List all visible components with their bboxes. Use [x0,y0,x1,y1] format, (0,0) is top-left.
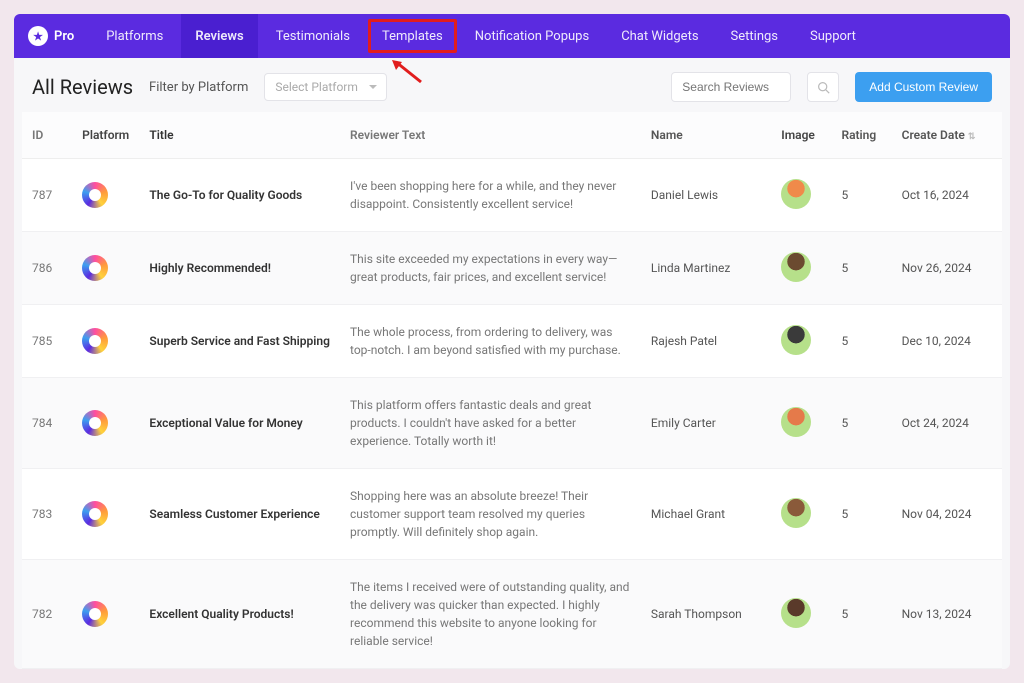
platform-select[interactable]: Select Platform [264,73,387,101]
cell-date: Nov 13, 2024 [892,560,1002,669]
platform-icon [82,601,108,627]
cell-image [771,469,831,560]
reviews-table: ID Platform Title Reviewer Text Name Ima… [22,112,1002,669]
cell-id: 786 [22,232,72,305]
cell-date: Oct 24, 2024 [892,378,1002,469]
nav-item-notification-popups[interactable]: Notification Popups [461,14,603,58]
cell-date: Nov 04, 2024 [892,469,1002,560]
cell-name: Linda Martinez [641,232,771,305]
cell-platform [72,560,139,669]
cell-image [771,305,831,378]
platform-icon [82,501,108,527]
cell-rating: 5 [831,469,891,560]
cell-date: Oct 16, 2024 [892,159,1002,232]
cell-rating: 5 [831,378,891,469]
cell-name: Sarah Thompson [641,560,771,669]
col-id[interactable]: ID [22,112,72,159]
nav-item-settings[interactable]: Settings [717,14,792,58]
cell-title: Seamless Customer Experience [139,469,340,560]
nav-item-reviews[interactable]: Reviews [181,14,257,58]
cell-id: 785 [22,305,72,378]
platform-icon [82,410,108,436]
filter-label: Filter by Platform [149,80,248,95]
col-image[interactable]: Image [771,112,831,159]
nav-item-platforms[interactable]: Platforms [92,14,177,58]
nav-item-chat-widgets[interactable]: Chat Widgets [607,14,712,58]
table-row[interactable]: 787 The Go-To for Quality Goods I've bee… [22,159,1002,232]
platform-icon [82,255,108,281]
cell-title: Highly Recommended! [139,232,340,305]
nav-item-support[interactable]: Support [796,14,870,58]
cell-name: Rajesh Patel [641,305,771,378]
cell-text: The items I received were of outstanding… [340,560,641,669]
table-header-row: ID Platform Title Reviewer Text Name Ima… [22,112,1002,159]
cell-image [771,232,831,305]
cell-rating: 5 [831,159,891,232]
avatar [781,252,811,282]
cell-text: The whole process, from ordering to deli… [340,305,641,378]
avatar [781,598,811,628]
brand-name: Pro [54,29,74,44]
brand-logo[interactable]: ★ Pro [28,26,74,46]
sort-icon: ⇅ [968,132,976,142]
cell-platform [72,469,139,560]
table-row[interactable]: 786 Highly Recommended! This site exceed… [22,232,1002,305]
avatar [781,407,811,437]
star-icon: ★ [28,26,48,46]
cell-id: 787 [22,159,72,232]
cell-text: I've been shopping here for a while, and… [340,159,641,232]
col-rating[interactable]: Rating [831,112,891,159]
cell-id: 784 [22,378,72,469]
cell-image [771,560,831,669]
app-shell: ★ Pro PlatformsReviewsTestimonialsTempla… [14,14,1010,669]
cell-text: This site exceeded my expectations in ev… [340,232,641,305]
cell-id: 783 [22,469,72,560]
nav-item-templates[interactable]: Templates [368,19,457,53]
col-date[interactable]: Create Date⇅ [892,112,1002,159]
cell-name: Michael Grant [641,469,771,560]
avatar [781,325,811,355]
cell-text: Shopping here was an absolute breeze! Th… [340,469,641,560]
col-name[interactable]: Name [641,112,771,159]
cell-name: Emily Carter [641,378,771,469]
cell-platform [72,159,139,232]
col-text[interactable]: Reviewer Text [340,112,641,159]
cell-rating: 5 [831,305,891,378]
platform-icon [82,328,108,354]
add-review-button[interactable]: Add Custom Review [855,72,992,102]
cell-image [771,378,831,469]
avatar [781,179,811,209]
cell-title: Superb Service and Fast Shipping [139,305,340,378]
cell-id: 782 [22,560,72,669]
cell-platform [72,378,139,469]
top-nav: ★ Pro PlatformsReviewsTestimonialsTempla… [14,14,1010,58]
cell-title: Excellent Quality Products! [139,560,340,669]
cell-rating: 5 [831,560,891,669]
cell-date: Dec 10, 2024 [892,305,1002,378]
cell-image [771,159,831,232]
cell-platform [72,232,139,305]
search-input[interactable] [671,72,791,102]
col-title[interactable]: Title [139,112,340,159]
search-button[interactable] [807,72,839,102]
cell-title: The Go-To for Quality Goods [139,159,340,232]
table-row[interactable]: 785 Superb Service and Fast Shipping The… [22,305,1002,378]
avatar [781,498,811,528]
toolbar: All Reviews Filter by Platform Select Pl… [14,58,1010,112]
table-row[interactable]: 783 Seamless Customer Experience Shoppin… [22,469,1002,560]
col-platform[interactable]: Platform [72,112,139,159]
cell-text: This platform offers fantastic deals and… [340,378,641,469]
platform-icon [82,182,108,208]
cell-date: Nov 26, 2024 [892,232,1002,305]
cell-rating: 5 [831,232,891,305]
nav-item-testimonials[interactable]: Testimonials [262,14,364,58]
table-row[interactable]: 784 Exceptional Value for Money This pla… [22,378,1002,469]
table-row[interactable]: 782 Excellent Quality Products! The item… [22,560,1002,669]
page-title: All Reviews [32,75,133,99]
cell-title: Exceptional Value for Money [139,378,340,469]
cell-name: Daniel Lewis [641,159,771,232]
cell-platform [72,305,139,378]
search-icon [817,81,830,94]
